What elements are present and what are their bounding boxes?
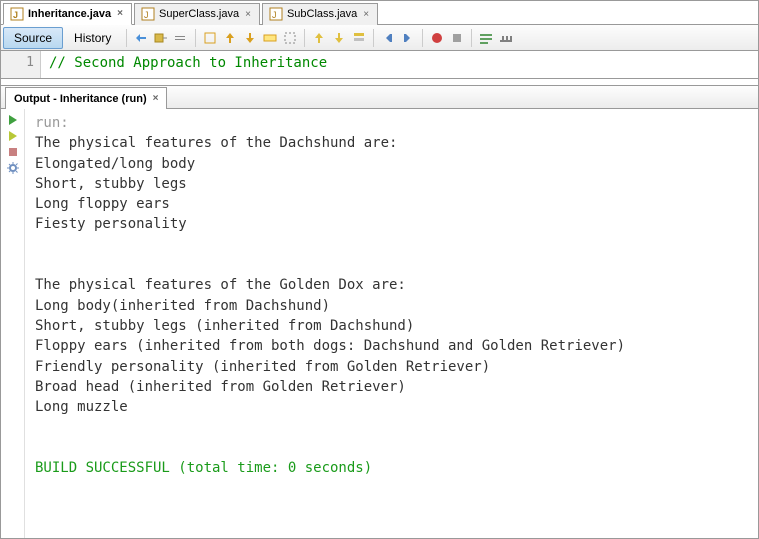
- find-next-icon[interactable]: [242, 30, 258, 46]
- separator: [471, 29, 472, 47]
- prev-bookmark-icon[interactable]: [311, 30, 327, 46]
- toggle-highlight-icon[interactable]: [262, 30, 278, 46]
- tab-label: SubClass.java: [287, 8, 357, 20]
- forward-icon[interactable]: [173, 30, 189, 46]
- code-line[interactable]: // Second Approach to Inheritance: [41, 51, 758, 78]
- last-edit-icon[interactable]: [133, 30, 149, 46]
- rerun-alt-icon[interactable]: [6, 129, 20, 143]
- find-prev-icon[interactable]: [222, 30, 238, 46]
- editor-toolbar: Source History: [1, 25, 758, 51]
- code-comment: // Second Approach to Inheritance: [49, 55, 327, 71]
- tab-label: SuperClass.java: [159, 8, 239, 20]
- macro-record-icon[interactable]: [429, 30, 445, 46]
- output-line: Friendly personality (inherited from Gol…: [35, 359, 490, 375]
- close-icon[interactable]: ×: [361, 9, 371, 20]
- toggle-bookmark-icon[interactable]: [282, 30, 298, 46]
- next-bookmark-icon[interactable]: [331, 30, 347, 46]
- rerun-icon[interactable]: [6, 113, 20, 127]
- editor-tab-strip: J Inheritance.java × J SuperClass.java ×…: [1, 1, 758, 25]
- output-run-label: run:: [35, 115, 69, 131]
- find-selection-icon[interactable]: [202, 30, 218, 46]
- java-file-icon: J: [141, 7, 155, 21]
- output-line: Floppy ears (inherited from both dogs: D…: [35, 338, 625, 354]
- source-button[interactable]: Source: [3, 27, 63, 49]
- output-line: Long muzzle: [35, 399, 128, 415]
- output-line: Short, stubby legs: [35, 176, 187, 192]
- separator: [304, 29, 305, 47]
- close-icon[interactable]: ×: [153, 93, 159, 104]
- output-gutter: [1, 109, 25, 538]
- line-number: 1: [26, 55, 34, 70]
- tab-label: Inheritance.java: [28, 8, 111, 20]
- output-line: The physical features of the Golden Dox …: [35, 277, 406, 293]
- separator: [422, 29, 423, 47]
- line-number-gutter: 1: [1, 51, 41, 78]
- comment-icon[interactable]: [478, 30, 494, 46]
- output-line: Short, stubby legs (inherited from Dachs…: [35, 318, 414, 334]
- bookmark-list-icon[interactable]: [351, 30, 367, 46]
- close-icon[interactable]: ×: [115, 8, 125, 19]
- output-panel: run: The physical features of the Dachsh…: [1, 109, 758, 538]
- close-icon[interactable]: ×: [243, 9, 253, 20]
- java-file-icon: J: [10, 7, 24, 21]
- macro-stop-icon[interactable]: [449, 30, 465, 46]
- stop-icon[interactable]: [6, 145, 20, 159]
- tab-superclass[interactable]: J SuperClass.java ×: [134, 3, 260, 25]
- code-editor[interactable]: 1 // Second Approach to Inheritance: [1, 51, 758, 79]
- output-tab[interactable]: Output - Inheritance (run) ×: [5, 87, 167, 109]
- back-icon[interactable]: [153, 30, 169, 46]
- output-text[interactable]: run: The physical features of the Dachsh…: [25, 109, 758, 538]
- separator: [195, 29, 196, 47]
- output-line: Broad head (inherited from Golden Retrie…: [35, 379, 406, 395]
- uncomment-icon[interactable]: [498, 30, 514, 46]
- shift-left-icon[interactable]: [380, 30, 396, 46]
- separator: [126, 29, 127, 47]
- output-build-message: BUILD SUCCESSFUL (total time: 0 seconds): [35, 460, 372, 476]
- svg-text:J: J: [144, 10, 149, 20]
- output-line: Long floppy ears: [35, 196, 170, 212]
- separator: [373, 29, 374, 47]
- tab-subclass[interactable]: J SubClass.java ×: [262, 3, 378, 25]
- output-panel-header: Output - Inheritance (run) ×: [1, 85, 758, 109]
- settings-icon[interactable]: [6, 161, 20, 175]
- svg-text:J: J: [272, 10, 277, 20]
- output-tab-label: Output - Inheritance (run): [14, 93, 147, 105]
- tab-inheritance[interactable]: J Inheritance.java ×: [3, 3, 132, 25]
- shift-right-icon[interactable]: [400, 30, 416, 46]
- output-line: Fiesty personality: [35, 216, 187, 232]
- java-file-icon: J: [269, 7, 283, 21]
- output-line: Elongated/long body: [35, 156, 195, 172]
- history-button[interactable]: History: [63, 27, 122, 49]
- svg-text:J: J: [13, 10, 18, 20]
- output-line: The physical features of the Dachshund a…: [35, 135, 397, 151]
- output-line: Long body(inherited from Dachshund): [35, 298, 330, 314]
